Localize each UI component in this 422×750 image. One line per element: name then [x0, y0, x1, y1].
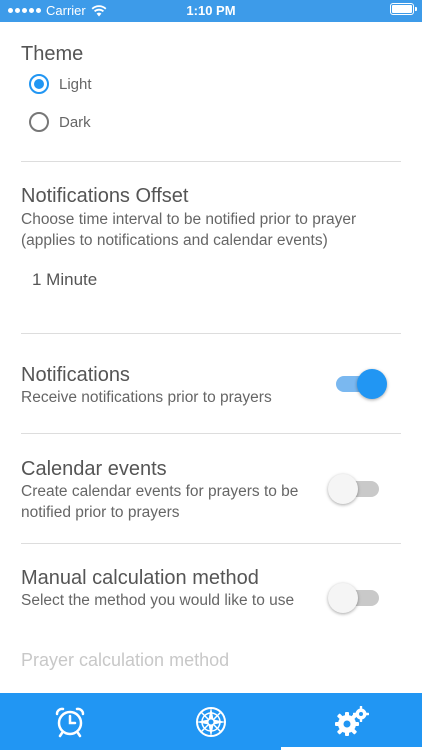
calendar-events-toggle[interactable] [328, 474, 382, 504]
theme-title: Theme [21, 43, 84, 65]
prayer-calculation-label: Prayer calculation method [21, 650, 230, 670]
divider [21, 543, 401, 544]
battery-icon [390, 3, 417, 18]
calendar-events-description: Create calendar events for prayers to be… [21, 483, 299, 521]
divider [21, 161, 401, 162]
nav-item-compass[interactable] [141, 693, 282, 750]
status-bar: Carrier 1:10 PM [0, 0, 422, 22]
radio-selected-icon[interactable] [29, 74, 49, 94]
theme-option-light[interactable]: Light [29, 74, 92, 94]
alarm-clock-icon [56, 707, 85, 737]
theme-option-label: Light [59, 75, 92, 93]
theme-option-dark[interactable]: Dark [29, 112, 91, 132]
calendar-events-title: Calendar events [21, 458, 167, 480]
toggle-knob [357, 369, 387, 399]
divider [21, 433, 401, 434]
nav-item-alarm[interactable] [0, 693, 141, 750]
status-time: 1:10 PM [186, 3, 236, 18]
manual-calculation-description: Select the method you would like to use [21, 592, 295, 609]
notifications-toggle[interactable] [333, 369, 387, 399]
bottom-nav [0, 693, 422, 750]
notifications-offset-description: Choose time interval to be notified prio… [21, 211, 357, 249]
manual-calculation-title: Manual calculation method [21, 567, 259, 589]
notifications-offset-select[interactable]: 1 Minute [32, 270, 97, 290]
notifications-offset-title: Notifications Offset [21, 185, 189, 207]
manual-calculation-toggle[interactable] [328, 583, 382, 613]
toggle-knob [328, 474, 358, 504]
notifications-description: Receive notifications prior to prayers [21, 389, 272, 406]
settings-gears-icon [334, 705, 369, 736]
theme-option-label: Dark [59, 113, 91, 131]
notifications-title: Notifications [21, 364, 130, 386]
compass-icon [196, 706, 226, 737]
radio-unselected-icon[interactable] [29, 112, 49, 132]
divider [21, 333, 401, 334]
toggle-knob [328, 583, 358, 613]
nav-item-settings[interactable] [281, 693, 422, 750]
